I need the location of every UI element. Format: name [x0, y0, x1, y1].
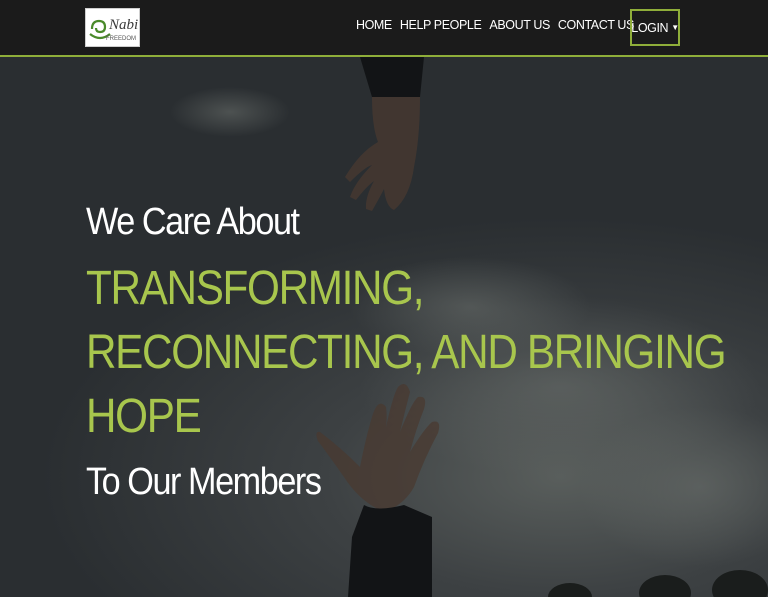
hero-highlight-line-1: TRANSFORMING, — [86, 262, 424, 315]
nabi-freedom-logo[interactable]: Nabi FREEDOM — [85, 8, 140, 47]
logo-emblem-icon: Nabi FREEDOM — [89, 17, 138, 42]
navbar: Nabi FREEDOM HOME HELP PEOPLE ABOUT US C… — [0, 0, 768, 57]
nav-help-people[interactable]: HELP PEOPLE — [400, 18, 482, 32]
logo-word: Nabi — [108, 17, 138, 33]
login-dropdown-button[interactable]: LOGIN ▼ — [630, 9, 680, 46]
hero-intro: We Care About — [86, 201, 300, 243]
nav-home[interactable]: HOME — [356, 18, 392, 32]
nav-about-us[interactable]: ABOUT US — [489, 18, 550, 32]
hero-highlight-line-3: HOPE — [86, 390, 202, 443]
caret-down-icon: ▼ — [671, 22, 679, 32]
login-label: LOGIN — [631, 20, 669, 35]
hero-section: We Care About TRANSFORMING, RECONNECTING… — [0, 57, 768, 597]
hero-highlight-line-2: RECONNECTING, AND BRINGING — [86, 326, 727, 379]
logo-sub: FREEDOM — [106, 36, 136, 42]
main-nav: HOME HELP PEOPLE ABOUT US CONTACT US — [356, 18, 634, 32]
nav-contact-us[interactable]: CONTACT US — [558, 18, 635, 32]
hero-outro: To Our Members — [86, 461, 322, 503]
